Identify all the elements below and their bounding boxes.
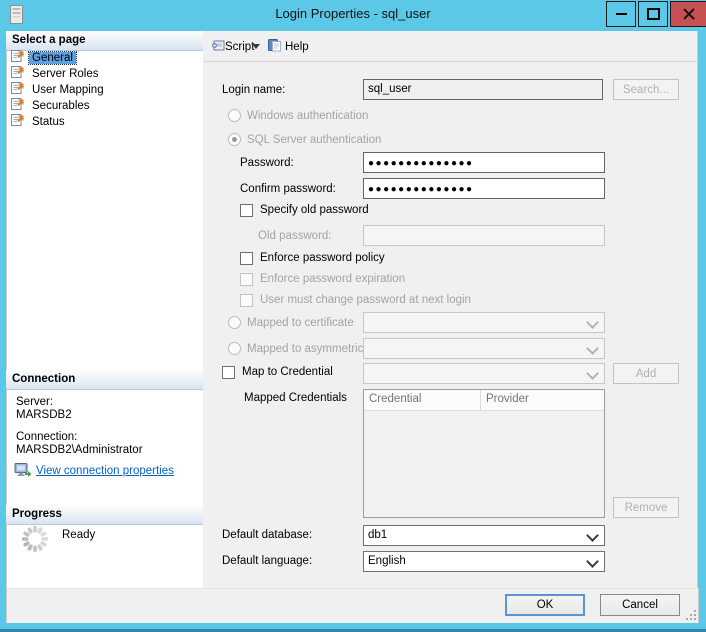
specify-old-password-label: Specify old password (260, 204, 369, 216)
titlebar: Login Properties - sql_user (0, 0, 706, 30)
maximize-button[interactable] (638, 1, 668, 27)
mapped-credentials-table[interactable]: Credential Provider (363, 389, 605, 518)
windows-auth-label: Windows authentication (247, 110, 368, 122)
default-language-combobox[interactable]: English (363, 551, 605, 572)
add-button: Add (613, 363, 679, 384)
mapped-asymmetric-radio (228, 342, 241, 355)
old-password-input (363, 225, 605, 246)
ok-button[interactable]: OK (505, 594, 585, 616)
sidebar-item-label: Server Roles (29, 68, 101, 80)
remove-button: Remove (613, 497, 679, 518)
confirm-password-label: Confirm password: (240, 183, 336, 195)
default-language-label: Default language: (222, 555, 312, 567)
chevron-down-icon (586, 367, 599, 380)
map-credential-checkbox[interactable] (222, 366, 235, 379)
certificate-combobox (363, 312, 605, 333)
help-icon (267, 37, 283, 58)
script-dropdown-icon[interactable] (252, 44, 260, 49)
minimize-icon (616, 13, 627, 15)
login-name-label: Login name: (222, 84, 285, 96)
sql-auth-radio (228, 133, 241, 146)
connection-properties-icon (14, 462, 32, 484)
enforce-policy-checkbox[interactable] (240, 252, 253, 265)
chevron-down-icon (586, 555, 599, 568)
close-button[interactable] (670, 1, 706, 27)
enforce-policy-label: Enforce password policy (260, 252, 385, 264)
progress-status: Ready (62, 529, 95, 541)
mapped-certificate-radio (228, 316, 241, 329)
select-a-page-header: Select a page (6, 31, 203, 51)
mapped-credentials-label: Mapped Credentials (244, 392, 347, 404)
default-database-combobox[interactable]: db1 (363, 525, 605, 546)
chevron-down-icon (586, 316, 599, 329)
old-password-label: Old password: (258, 230, 332, 242)
sidebar-item-label: General (29, 52, 76, 64)
progress-header: Progress (6, 505, 203, 525)
credential-combobox (363, 363, 605, 384)
connection-label: Connection: (16, 431, 77, 443)
server-label: Server: (16, 396, 53, 408)
password-label: Password: (240, 157, 294, 169)
chevron-down-icon (586, 529, 599, 542)
cancel-button[interactable]: Cancel (600, 594, 680, 616)
connection-value: MARSDB2\Administrator (16, 444, 143, 456)
chevron-down-icon (586, 342, 599, 355)
minimize-button[interactable] (606, 1, 636, 27)
sidebar-item-label: Securables (29, 100, 93, 112)
view-connection-properties-link[interactable]: View connection properties (36, 465, 174, 477)
default-database-label: Default database: (222, 529, 312, 541)
connection-header: Connection (6, 370, 203, 390)
maximize-icon (647, 8, 660, 20)
windows-auth-radio (228, 109, 241, 122)
server-value: MARSDB2 (16, 409, 72, 421)
login-name-input[interactable]: sql_user (363, 79, 603, 100)
spinner-icon (20, 524, 50, 559)
window-title: Login Properties - sql_user (0, 6, 706, 21)
must-change-password-checkbox (240, 294, 253, 307)
must-change-password-label: User must change password at next login (260, 294, 471, 306)
default-database-value: db1 (368, 529, 387, 541)
sql-auth-label: SQL Server authentication (247, 134, 381, 146)
enforce-expiration-label: Enforce password expiration (260, 273, 405, 285)
asymmetric-key-combobox (363, 338, 605, 359)
script-button[interactable]: Script (225, 41, 254, 53)
search-button: Search... (613, 79, 679, 100)
sidebar-item-label: Status (29, 116, 68, 128)
credential-column-header: Credential (364, 390, 481, 410)
enforce-expiration-checkbox (240, 273, 253, 286)
confirm-password-input[interactable]: ●●●●●●●●●●●●●● (363, 178, 605, 199)
default-language-value: English (368, 555, 406, 567)
footer-bar (6, 588, 699, 623)
table-header-row: Credential Provider (364, 390, 604, 411)
provider-column-header: Provider (481, 390, 604, 410)
password-input[interactable]: ●●●●●●●●●●●●●● (363, 152, 605, 173)
page-icon (10, 112, 25, 132)
mapped-certificate-label: Mapped to certificate (247, 317, 354, 329)
close-icon (683, 8, 695, 20)
map-credential-label: Map to Credential (242, 366, 333, 378)
sidebar-item-status[interactable]: Status (10, 114, 68, 130)
sidebar-item-label: User Mapping (29, 84, 107, 96)
help-button[interactable]: Help (285, 41, 309, 53)
resize-grip-icon[interactable] (684, 608, 696, 620)
specify-old-password-checkbox[interactable] (240, 204, 253, 217)
